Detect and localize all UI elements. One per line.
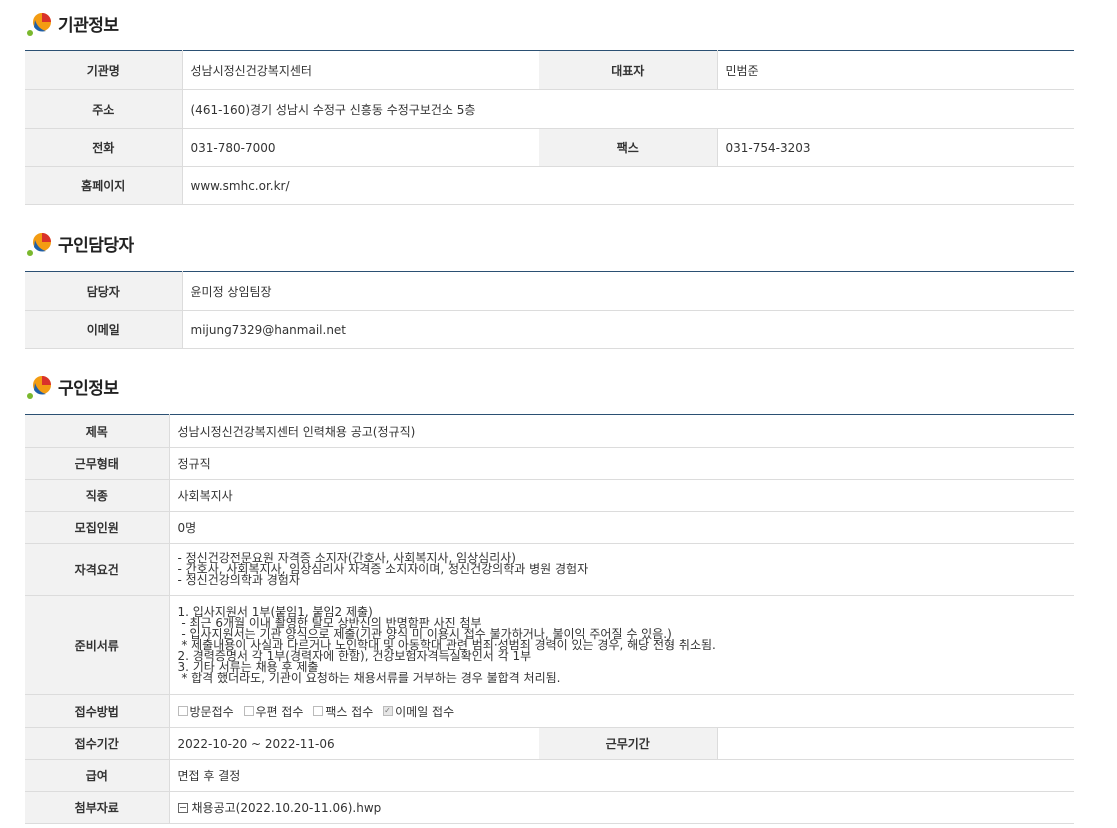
checkbox-checked-icon <box>383 706 394 716</box>
attach-label: 첨부자료 <box>25 791 170 824</box>
fax-label: 팩스 <box>539 128 718 167</box>
category-label: 직종 <box>25 479 170 512</box>
section-bullet-icon <box>26 372 54 400</box>
checkbox-icon <box>243 706 254 716</box>
rep-value: 민범준 <box>717 50 1074 90</box>
org-name-value: 성남시정신건강복지센터 <box>182 50 539 90</box>
org-info-table: 기관명 성남시정신건강복지센터 대표자 민범준 주소 (461-160)경기 성… <box>25 50 1074 205</box>
job-info-table: 제목 성남시정신건강복지센터 인력채용 공고(정규직) 근무형태 정규직 직종 … <box>25 414 1075 824</box>
checkbox-icon <box>177 706 188 716</box>
file-icon <box>177 803 188 813</box>
table-row: 기관명 성남시정신건강복지센터 대표자 민범준 <box>25 50 1074 90</box>
person-label: 담당자 <box>25 271 183 311</box>
method-label-text: 방문접수 <box>189 704 234 719</box>
method-mail: 우편 접수 <box>243 703 304 720</box>
addr-label: 주소 <box>25 89 183 129</box>
worktype-value: 정규직 <box>169 447 1075 480</box>
contact-info-table: 담당자 윤미정 상임팀장 이메일 mijung7329@hanmail.net <box>25 271 1074 349</box>
method-label-text: 팩스 접수 <box>325 704 374 719</box>
qual-value: - 정신건강전문요원 자격증 소지자(간호사, 사회복지사, 임상심리사) - … <box>169 543 1075 596</box>
headcount-label: 모집인원 <box>25 511 170 544</box>
headcount-value: 0명 <box>169 511 1075 544</box>
worktype-label: 근무형태 <box>25 447 170 480</box>
section-title: 구인정보 <box>58 378 119 399</box>
docs-label: 준비서류 <box>25 595 170 695</box>
period-label: 접수기간 <box>25 727 170 760</box>
qual-label: 자격요건 <box>25 543 170 596</box>
method-value: 방문접수 우편 접수 팩스 접수 이메일 접수 <box>169 694 1075 728</box>
rep-label: 대표자 <box>539 50 718 90</box>
section-bullet-icon <box>26 9 54 37</box>
section-header-contact: 구인담당자 <box>26 228 134 258</box>
table-row: 직종 사회복지사 <box>25 479 1075 512</box>
category-value: 사회복지사 <box>169 479 1075 512</box>
workperiod-label: 근무기간 <box>539 727 718 760</box>
attach-cell: 채용공고(2022.10.20-11.06).hwp <box>169 791 1075 824</box>
docs-value: 1. 입사지원서 1부(붙임1, 붙임2 제출) - 최근 6개월 이내 촬영한… <box>169 595 1075 695</box>
method-visit: 방문접수 <box>177 703 234 720</box>
section-header-job: 구인정보 <box>26 371 119 401</box>
table-row: 전화 031-780-7000 팩스 031-754-3203 <box>25 128 1074 167</box>
method-fax: 팩스 접수 <box>313 703 373 720</box>
method-label: 접수방법 <box>25 694 170 728</box>
method-label-text: 우편 접수 <box>255 704 304 719</box>
table-row: 준비서류 1. 입사지원서 1부(붙임1, 붙임2 제출) - 최근 6개월 이… <box>25 595 1075 695</box>
table-row: 자격요건 - 정신건강전문요원 자격증 소지자(간호사, 사회복지사, 임상심리… <box>25 543 1075 596</box>
home-label: 홈페이지 <box>25 166 183 205</box>
table-row: 모집인원 0명 <box>25 511 1075 544</box>
addr-value: (461-160)경기 성남시 수정구 신흥동 수정구보건소 5층 <box>182 89 1074 129</box>
checkbox-icon <box>313 706 324 716</box>
table-row: 접수방법 방문접수 우편 접수 팩스 접수 이메일 접수 <box>25 694 1075 728</box>
home-value[interactable]: www.smhc.or.kr/ <box>182 166 1074 205</box>
subject-label: 제목 <box>25 414 170 448</box>
workperiod-value <box>717 727 1075 760</box>
table-row: 근무형태 정규직 <box>25 447 1075 480</box>
salary-value: 면접 후 결정 <box>169 759 1075 792</box>
attachment-link[interactable]: 채용공고(2022.10.20-11.06).hwp <box>192 801 382 815</box>
section-header-org: 기관정보 <box>26 8 119 38</box>
person-value: 윤미정 상임팀장 <box>182 271 1074 311</box>
table-row: 주소 (461-160)경기 성남시 수정구 신흥동 수정구보건소 5층 <box>25 89 1074 129</box>
period-value: 2022-10-20 ~ 2022-11-06 <box>169 727 539 760</box>
section-title: 구인담당자 <box>58 235 134 256</box>
table-row: 담당자 윤미정 상임팀장 <box>25 271 1074 311</box>
table-row: 이메일 mijung7329@hanmail.net <box>25 310 1074 349</box>
method-label-text: 이메일 접수 <box>395 704 455 719</box>
section-title: 기관정보 <box>58 15 119 36</box>
org-name-label: 기관명 <box>25 50 183 90</box>
table-row: 제목 성남시정신건강복지센터 인력채용 공고(정규직) <box>25 414 1075 448</box>
subject-value: 성남시정신건강복지센터 인력채용 공고(정규직) <box>169 414 1075 448</box>
email-value[interactable]: mijung7329@hanmail.net <box>182 310 1074 349</box>
table-row: 급여 면접 후 결정 <box>25 759 1075 792</box>
table-row: 홈페이지 www.smhc.or.kr/ <box>25 166 1074 205</box>
section-bullet-icon <box>26 229 54 257</box>
tel-label: 전화 <box>25 128 183 167</box>
tel-value: 031-780-7000 <box>182 128 539 167</box>
fax-value: 031-754-3203 <box>717 128 1074 167</box>
method-email: 이메일 접수 <box>383 703 454 720</box>
table-row: 접수기간 2022-10-20 ~ 2022-11-06 근무기간 <box>25 727 1075 760</box>
email-label: 이메일 <box>25 310 183 349</box>
salary-label: 급여 <box>25 759 170 792</box>
table-row: 첨부자료 채용공고(2022.10.20-11.06).hwp <box>25 791 1075 824</box>
